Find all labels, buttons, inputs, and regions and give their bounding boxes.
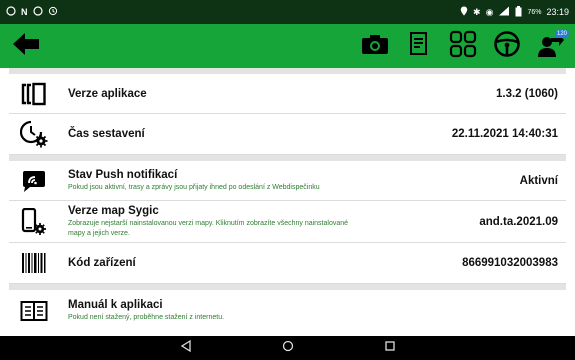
info-list: Verze aplikace 1.3.2 (1060) Čas sestaven… xyxy=(9,68,566,336)
row-title: Kód zařízení xyxy=(68,257,136,269)
driver-login-button[interactable]: 120 xyxy=(531,24,571,68)
row-device-code[interactable]: Kód zařízení 866991032003983 xyxy=(9,243,566,284)
arrow-left-icon xyxy=(11,31,41,62)
barcode-icon xyxy=(17,251,51,275)
row-description: Pokud jsou aktivní, trasy a zprávy jsou … xyxy=(68,183,320,191)
driver-login-badge: 120 xyxy=(554,30,569,38)
navigation-bar xyxy=(0,336,575,360)
row-app-manual[interactable]: Manuál k aplikaci Pokud není stažený, pr… xyxy=(9,290,566,331)
steering-wheel-icon xyxy=(493,30,521,63)
recents-square-icon[interactable] xyxy=(384,339,396,357)
clock: 23:19 xyxy=(546,6,569,17)
row-description: Zobrazuje nejstarší nainstalovanou verzi… xyxy=(68,220,349,237)
clock-gear-icon xyxy=(17,120,51,148)
row-value: and.ta.2021.09 xyxy=(479,215,558,228)
row-description: Pokud není stažený, proběhne stažení z i… xyxy=(68,313,225,321)
whatsapp-icon xyxy=(6,6,16,18)
home-circle-icon[interactable] xyxy=(282,339,294,357)
back-button[interactable] xyxy=(4,24,48,68)
status-bar-right: ✱ ◉ 76% 23:19 xyxy=(460,5,569,19)
back-triangle-icon[interactable] xyxy=(180,339,192,357)
tachograph-icon xyxy=(449,30,477,63)
camera-button[interactable] xyxy=(355,24,395,68)
document-icon xyxy=(409,31,429,61)
status-bar-left: N xyxy=(6,6,58,18)
battery-percent: 76% xyxy=(527,8,542,16)
row-title: Verze map Sygic xyxy=(68,205,159,218)
battery-icon xyxy=(515,5,522,19)
chat-signal-icon xyxy=(17,168,51,194)
alarm-icon xyxy=(48,6,58,18)
camera-icon xyxy=(361,33,389,60)
row-value: Aktivní xyxy=(519,174,558,187)
location-icon xyxy=(460,6,468,18)
row-app-version[interactable]: Verze aplikace 1.3.2 (1060) xyxy=(9,74,566,114)
row-title: Stav Push notifikací xyxy=(68,168,178,181)
whatsapp-icon xyxy=(32,6,43,18)
steering-wheel-button[interactable] xyxy=(487,24,527,68)
bluetooth-icon: ✱ xyxy=(473,6,481,17)
row-value: 1.3.2 (1060) xyxy=(495,87,558,100)
book-icon xyxy=(17,300,51,322)
row-title: Verze aplikace xyxy=(68,87,147,100)
row-title: Čas sestavení xyxy=(68,128,145,140)
tachograph-button[interactable] xyxy=(443,24,483,68)
n-icon: N xyxy=(21,6,28,17)
document-button[interactable] xyxy=(399,24,439,68)
phone-gear-icon xyxy=(17,207,51,236)
row-value: 866991032003983 xyxy=(462,257,558,269)
row-push-status[interactable]: Stav Push notifikací Pokud jsou aktivní,… xyxy=(9,161,566,201)
bracket-phone-icon xyxy=(17,82,51,106)
row-value: 22.11.2021 14:40:31 xyxy=(451,128,558,140)
toolbar: 120 xyxy=(0,24,575,68)
row-build-time[interactable]: Čas sestavení 22.11.2021 14:40:31 xyxy=(9,114,566,155)
signal-icon xyxy=(498,6,510,18)
status-bar: N ✱ ◉ 76% 23:19 xyxy=(0,0,575,24)
row-sygic-maps[interactable]: Verze map Sygic Zobrazuje nejstarší nain… xyxy=(9,201,566,243)
vibrate-icon: ◉ xyxy=(485,6,494,17)
row-title: Manuál k aplikaci xyxy=(68,298,163,311)
